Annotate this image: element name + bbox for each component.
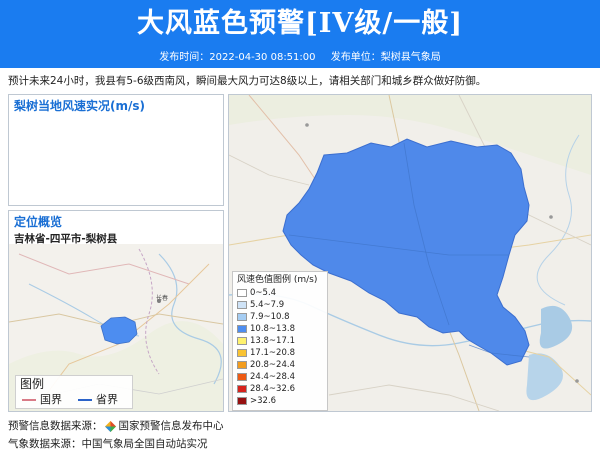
legend-item: 20.8~24.4: [233, 359, 327, 371]
wind-speed-panel: 梨树当地风速实况(m/s): [8, 94, 224, 206]
warning-source: 预警信息数据来源： 国家预警信息发布中心: [8, 419, 224, 434]
legend-swatch: [237, 349, 247, 357]
town-marker: [305, 123, 309, 127]
provincial-border-line-icon: [78, 399, 92, 401]
publish-time: 发布时间：2022-04-30 08:51:00: [159, 52, 316, 63]
location-overview-panel: 定位概览 吉林省-四平市-梨树县 长春 图例 国界 省界: [8, 210, 224, 412]
legend-swatch: [237, 373, 247, 381]
legend-item: >32.6: [233, 395, 327, 407]
legend-swatch: [237, 385, 247, 393]
legend-item: 28.4~32.6: [233, 383, 327, 395]
legend-item: 17.1~20.8: [233, 347, 327, 359]
location-overview-title: 定位概览: [14, 215, 63, 229]
legend-swatch: [237, 361, 247, 369]
wind-speed-title: 梨树当地风速实况(m/s): [14, 99, 145, 113]
legend-swatch: [237, 313, 247, 321]
warning-map[interactable]: 风速色值图例 (m/s) 0~5.4 5.4~7.9 7.9~10.8 10.8…: [229, 95, 591, 411]
city-label: 长春: [156, 294, 168, 302]
legend-swatch: [237, 337, 247, 345]
legend-provincial-border: 省界: [78, 393, 118, 407]
overview-legend: 图例 国界 省界: [15, 375, 133, 409]
town-marker: [549, 215, 553, 219]
legend-item: 24.4~28.4: [233, 371, 327, 383]
legend-item: 10.8~13.8: [233, 323, 327, 335]
town-marker: [575, 379, 579, 383]
legend-national-border: 国界: [22, 393, 62, 407]
legend-item: 0~5.4: [233, 287, 327, 299]
legend-swatch: [237, 301, 247, 309]
overview-legend-title: 图例: [20, 377, 45, 391]
warning-notice: 预计未来24小时，我县有5-6级西南风，瞬间最大风力可达8级以上，请相关部门和城…: [8, 75, 487, 87]
warning-source-name: 国家预警信息发布中心: [118, 420, 224, 432]
publisher: 发布单位：梨树县气象局: [330, 52, 441, 63]
legend-title: 风速色值图例 (m/s): [237, 275, 318, 285]
legend-swatch: [237, 325, 247, 333]
weather-source: 气象数据来源：中国气象局全国自动站实况: [8, 438, 208, 450]
legend-item: 7.9~10.8: [233, 311, 327, 323]
warning-center-logo-icon: [104, 421, 116, 432]
legend-swatch: [237, 289, 247, 297]
warning-meta: 发布时间：2022-04-30 08:51:00 发布单位：梨树县气象局: [0, 50, 600, 66]
warning-map-panel: 风速色值图例 (m/s) 0~5.4 5.4~7.9 7.9~10.8 10.8…: [228, 94, 592, 412]
legend-swatch: [237, 397, 247, 405]
legend-item: 5.4~7.9: [233, 299, 327, 311]
legend-item: 13.8~17.1: [233, 335, 327, 347]
warning-source-label: 预警信息数据来源：: [8, 420, 103, 432]
national-border-line-icon: [22, 399, 36, 401]
wind-color-legend: 风速色值图例 (m/s) 0~5.4 5.4~7.9 7.9~10.8 10.8…: [232, 271, 328, 411]
warning-title: 大风蓝色预警[IV级/一般]: [137, 8, 463, 39]
warning-banner: 大风蓝色预警[IV级/一般] 发布时间：2022-04-30 08:51:00 …: [0, 0, 600, 68]
overview-map[interactable]: 长春 图例 国界 省界: [9, 244, 223, 411]
